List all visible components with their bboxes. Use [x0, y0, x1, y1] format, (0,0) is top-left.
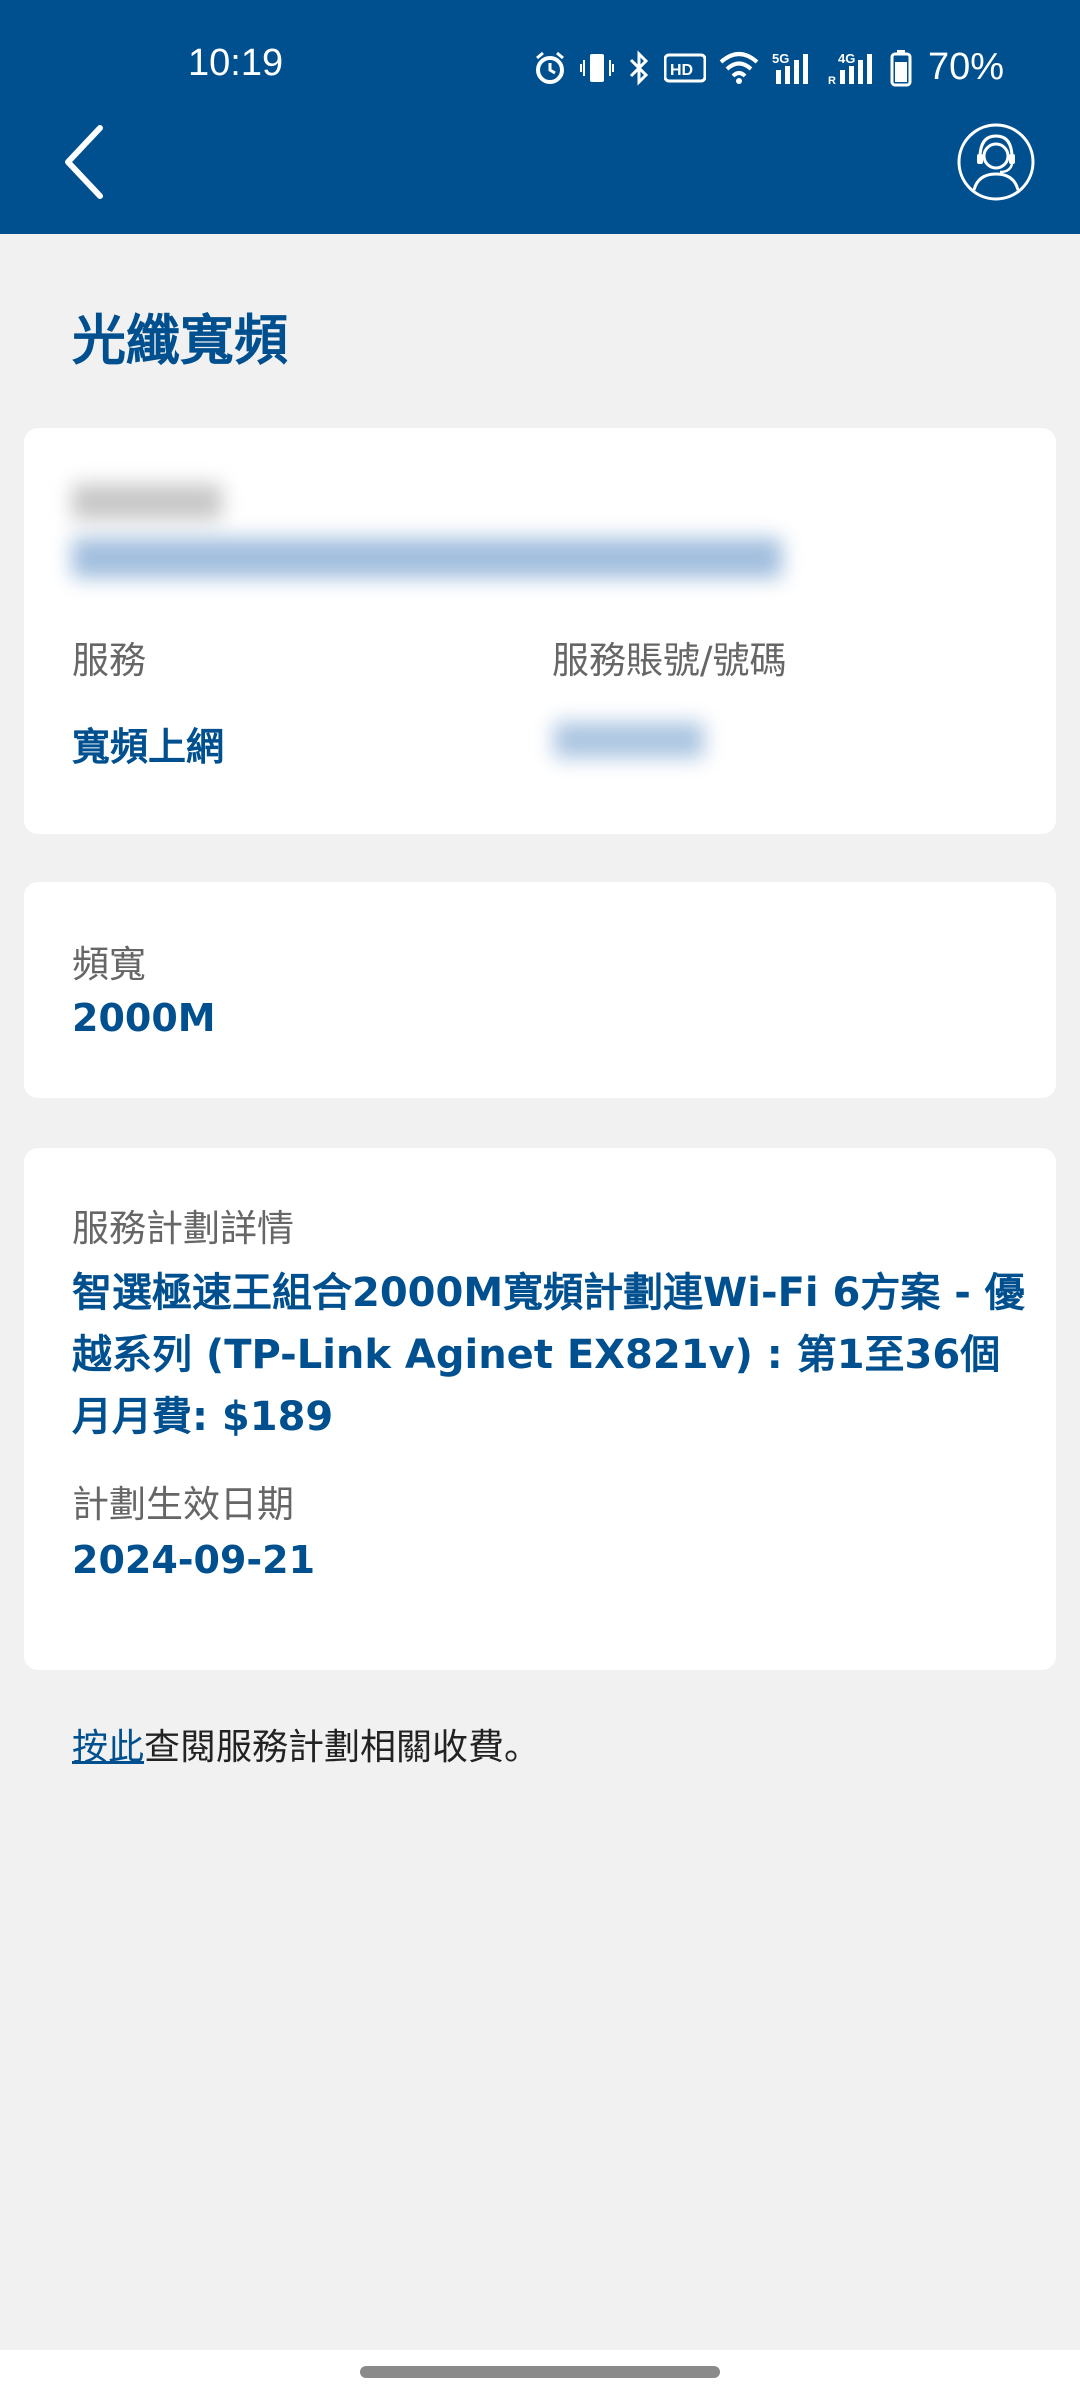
bluetooth-icon [629, 49, 649, 86]
svg-text:HD: HD [670, 62, 693, 79]
status-time: 10:19 [188, 42, 284, 84]
account-number-label: 服務賬號/號碼 [552, 639, 787, 682]
bandwidth-card: 頻寬 2000M [24, 882, 1056, 1098]
charges-note-text: 查閱服務計劃相關收費。 [144, 1727, 541, 1768]
battery-icon [890, 49, 912, 86]
svg-text:4G: 4G [838, 51, 855, 66]
page-title: 光纖寬頻 [72, 309, 288, 372]
plan-detail-value: 智選極速王組合2000M寬頻計劃連Wi-Fi 6方案 - 優越系列 (TP-Li… [72, 1270, 1025, 1440]
battery-percentage: 70% [927, 46, 1004, 88]
charges-link[interactable]: 按此 [72, 1727, 144, 1768]
redacted-account-number [554, 722, 704, 758]
service-value: 寬頻上網 [72, 725, 225, 769]
customer-support-button[interactable] [956, 122, 1036, 202]
home-indicator[interactable] [360, 2366, 720, 2378]
redacted-address-label [72, 484, 222, 520]
bandwidth-value: 2000M [72, 996, 216, 1040]
plan-details-card: 服務計劃詳情 智選極速王組合2000M寬頻計劃連Wi-Fi 6方案 - 優越系列… [24, 1148, 1056, 1670]
redacted-address-value [72, 538, 782, 578]
effective-date-label: 計劃生效日期 [72, 1483, 294, 1526]
vibrate-icon [579, 53, 614, 82]
wifi-icon [719, 51, 759, 84]
service-info-card: 服務 寬頻上網 服務賬號/號碼 [24, 428, 1056, 834]
customer-service-headset-icon [957, 123, 1035, 201]
chevron-left-icon [65, 125, 103, 199]
status-icons: HD 5G R 4G 70% [532, 46, 1004, 89]
svg-text:5G: 5G [772, 51, 789, 66]
back-button[interactable] [56, 120, 116, 204]
alarm-icon [535, 51, 564, 84]
effective-date-value: 2024-09-21 [72, 1538, 316, 1582]
svg-text:R: R [828, 75, 836, 86]
service-label: 服務 [72, 639, 146, 682]
app-header: 10:19 HD 5G R 4G 70% [0, 0, 1080, 234]
signal-5g-icon: 5G [772, 51, 808, 84]
hd-voice-icon: HD [663, 53, 706, 82]
charges-note: 按此查閱服務計劃相關收費。 [72, 1718, 540, 1770]
plan-detail-label: 服務計劃詳情 [72, 1207, 294, 1250]
bandwidth-label: 頻寬 [72, 943, 146, 986]
signal-4g-roaming-icon: R 4G [828, 51, 872, 86]
